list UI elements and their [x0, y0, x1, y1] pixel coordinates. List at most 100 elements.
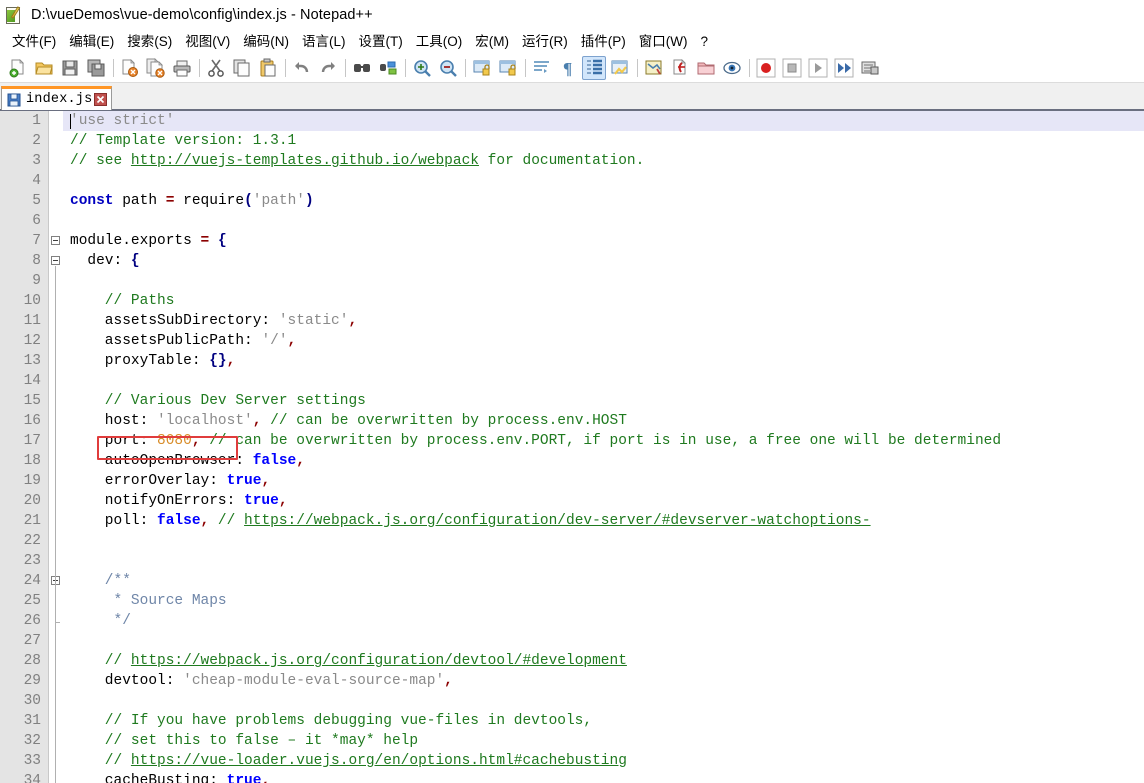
code-line[interactable]: dev: {	[63, 251, 1144, 271]
menu-tools[interactable]: 工具(O)	[410, 31, 470, 52]
code-line[interactable]	[63, 631, 1144, 651]
code-line[interactable]: notifyOnErrors: true,	[63, 491, 1144, 511]
line-number: 3	[32, 153, 41, 169]
macro-stop-icon[interactable]	[780, 56, 804, 80]
menu-run[interactable]: 运行(R)	[516, 31, 575, 52]
code-line[interactable]: assetsPublicPath: '/',	[63, 331, 1144, 351]
sync-horizontal-scroll-icon[interactable]	[496, 56, 520, 80]
code-line[interactable]: // Various Dev Server settings	[63, 391, 1144, 411]
fold-margin[interactable]	[49, 111, 63, 783]
line-number: 6	[32, 213, 41, 229]
code-line[interactable]	[63, 211, 1144, 231]
code-token: // can be overwritten by process.env.HOS…	[261, 413, 627, 429]
user-defined-dialog-icon[interactable]	[608, 56, 632, 80]
code-line[interactable]: // https://vue-loader.vuejs.org/en/optio…	[63, 751, 1144, 771]
code-line[interactable]: */	[63, 611, 1144, 631]
code-line[interactable]: module.exports = {	[63, 231, 1144, 251]
code-line[interactable]: 'use strict'	[63, 111, 1144, 131]
line-number: 12	[23, 333, 41, 349]
code-line[interactable]: poll: false, // https://webpack.js.org/c…	[63, 511, 1144, 531]
indent-guide-icon[interactable]	[582, 55, 606, 80]
save-all-icon[interactable]	[84, 56, 108, 80]
close-all-files-icon[interactable]	[144, 56, 168, 80]
undo-icon[interactable]	[290, 56, 314, 80]
editor-tab[interactable]: index.js	[1, 86, 113, 110]
code-line[interactable]	[63, 551, 1144, 571]
code-line[interactable]: // set this to false – it *may* help	[63, 731, 1144, 751]
menu-file[interactable]: 文件(F)	[6, 31, 63, 52]
macro-playback-multiple-icon[interactable]	[832, 56, 856, 80]
code-line[interactable]	[63, 271, 1144, 291]
zoom-out-icon[interactable]	[436, 56, 460, 80]
code-token: true	[244, 493, 279, 509]
menu-settings[interactable]: 设置(T)	[353, 31, 410, 52]
code-line[interactable]: // Template version: 1.3.1	[63, 131, 1144, 151]
code-line[interactable]: /**	[63, 571, 1144, 591]
menu-macro[interactable]: 宏(M)	[469, 31, 516, 52]
word-wrap-icon[interactable]	[530, 56, 554, 80]
menu-encoding[interactable]: 编码(N)	[237, 31, 296, 52]
code-line[interactable]: host: 'localhost', // can be overwritten…	[63, 411, 1144, 431]
replace-icon[interactable]	[376, 56, 400, 80]
code-line[interactable]: errorOverlay: true,	[63, 471, 1144, 491]
code-line[interactable]: * Source Maps	[63, 591, 1144, 611]
code-token: for documentation.	[478, 153, 645, 169]
close-file-icon[interactable]	[118, 56, 142, 80]
title-bar: D:\vueDemos\vue-demo\config\index.js - N…	[0, 0, 1144, 30]
line-number: 25	[23, 593, 41, 609]
code-line[interactable]	[63, 171, 1144, 191]
zoom-in-icon[interactable]	[410, 56, 434, 80]
macro-record-icon[interactable]	[754, 56, 778, 80]
line-number: 2	[32, 133, 41, 149]
cut-icon[interactable]	[204, 56, 228, 80]
code-line[interactable]: devtool: 'cheap-module-eval-source-map',	[63, 671, 1144, 691]
code-line[interactable]: proxyTable: {},	[63, 351, 1144, 371]
code-line[interactable]: port: 8080, // can be overwritten by pro…	[63, 431, 1144, 451]
code-line[interactable]: // see http://vuejs-templates.github.io/…	[63, 151, 1144, 171]
sync-vertical-scroll-icon[interactable]	[470, 56, 494, 80]
redo-icon[interactable]	[316, 56, 340, 80]
code-line[interactable]: autoOpenBrowser: false,	[63, 451, 1144, 471]
monitoring-icon[interactable]	[720, 56, 744, 80]
macro-save-icon[interactable]	[858, 56, 882, 80]
menu-help[interactable]: ?	[694, 31, 715, 52]
fold-collapse-box[interactable]	[51, 256, 60, 265]
code-line[interactable]	[63, 531, 1144, 551]
folder-as-workspace-icon[interactable]	[694, 56, 718, 80]
new-file-icon[interactable]	[6, 56, 30, 80]
fold-collapse-box[interactable]	[51, 236, 60, 245]
menu-view[interactable]: 视图(V)	[179, 31, 237, 52]
code-line[interactable]	[63, 691, 1144, 711]
code-content[interactable]: 'use strict' // Template version: 1.3.1 //…	[63, 111, 1144, 783]
code-line[interactable]: // https://webpack.js.org/configuration/…	[63, 651, 1144, 671]
menu-plugins[interactable]: 插件(P)	[575, 31, 633, 52]
code-line[interactable]	[63, 371, 1144, 391]
code-line[interactable]: // If you have problems debugging vue-fi…	[63, 711, 1144, 731]
find-icon[interactable]	[350, 56, 374, 80]
show-all-characters-icon[interactable]: ¶	[556, 56, 580, 80]
code-line[interactable]: cacheBusting: true,	[63, 771, 1144, 783]
line-number: 9	[32, 273, 41, 289]
code-token: ,	[261, 473, 271, 489]
code-line[interactable]: assetsSubDirectory: 'static',	[63, 311, 1144, 331]
code-token: //	[209, 513, 245, 529]
copy-icon[interactable]	[230, 56, 254, 80]
print-icon[interactable]	[170, 56, 194, 80]
code-token: )	[304, 193, 314, 209]
menu-edit[interactable]: 编辑(E)	[63, 31, 121, 52]
code-line[interactable]: const path = require('path')	[63, 191, 1144, 211]
close-tab-icon[interactable]	[94, 93, 108, 106]
menu-search[interactable]: 搜索(S)	[121, 31, 179, 52]
menu-language[interactable]: 语言(L)	[296, 31, 353, 52]
menu-window[interactable]: 窗口(W)	[633, 31, 695, 52]
function-list-icon[interactable]	[668, 56, 692, 80]
code-line[interactable]: // Paths	[63, 291, 1144, 311]
paste-icon[interactable]	[256, 56, 280, 80]
open-folder-icon[interactable]	[32, 56, 56, 80]
macro-play-icon[interactable]	[806, 56, 830, 80]
document-map-icon[interactable]	[642, 56, 666, 80]
save-icon[interactable]	[58, 56, 82, 80]
editor-area[interactable]: 1 2 3 4 5 6 7 8 9 10 11 12 13 14 15 16 17 18 19 20 21 22 23 24 2…	[0, 111, 1144, 783]
code-token: poll:	[70, 513, 158, 529]
line-number: 29	[23, 673, 41, 689]
